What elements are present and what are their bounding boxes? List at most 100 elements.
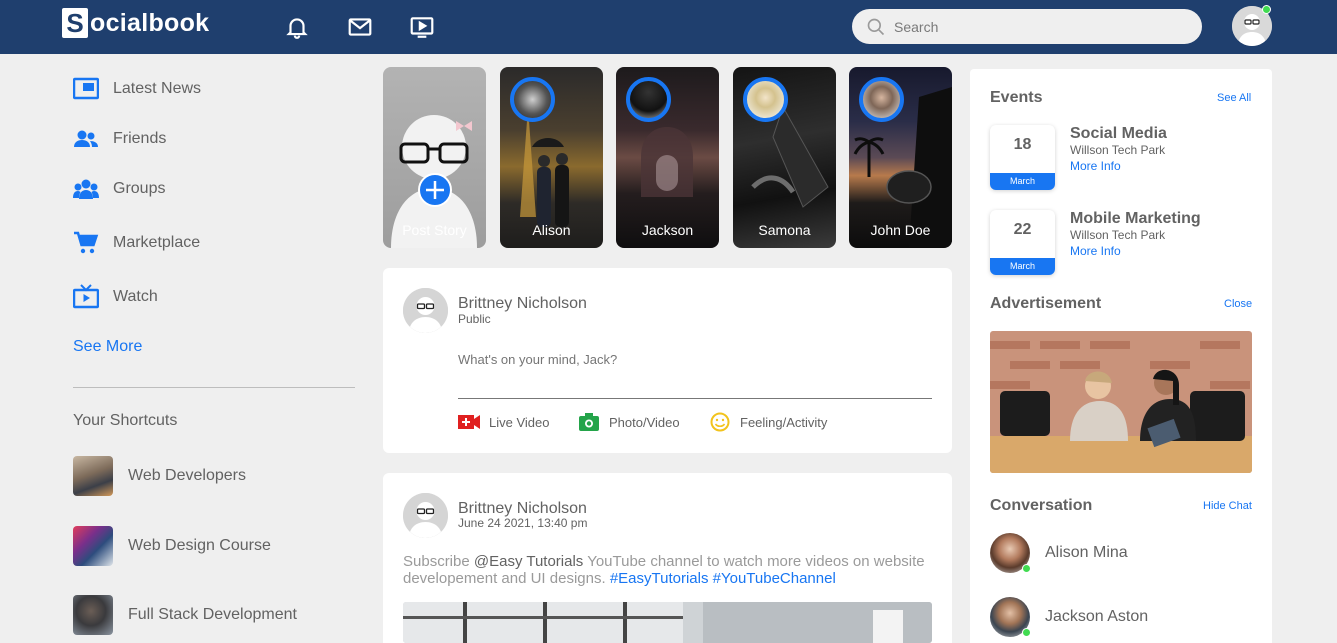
author-avatar[interactable] <box>403 288 448 333</box>
story-avatar <box>859 77 904 122</box>
shortcut-web-developers[interactable]: Web Developers <box>73 456 246 496</box>
live-video-icon <box>458 415 480 429</box>
story-avatar <box>626 77 671 122</box>
tv-icon <box>73 284 99 309</box>
sidebar-item-friends[interactable]: Friends <box>73 126 166 152</box>
ad-image-graphic <box>990 331 1252 473</box>
events-title: Events <box>990 89 1043 106</box>
story-post[interactable]: Post Story <box>383 67 486 248</box>
sidebar-item-watch[interactable]: Watch <box>73 284 158 310</box>
story-john-doe[interactable]: John Doe <box>849 67 952 248</box>
post-text: Subscribe @Easy Tutorials YouTube channe… <box>403 553 943 587</box>
event-day: 18 <box>1013 136 1032 153</box>
story-avatar <box>743 77 788 122</box>
contact-alison-mina[interactable]: Alison Mina <box>990 533 1128 573</box>
advertisement-image[interactable] <box>990 331 1252 473</box>
shortcut-web-design-course[interactable]: Web Design Course <box>73 526 271 566</box>
contact-name: Alison Mina <box>1045 544 1128 561</box>
event-day: 22 <box>1013 221 1032 238</box>
video-icon[interactable] <box>409 14 435 40</box>
live-video-button[interactable]: Live Video <box>458 412 549 432</box>
shortcut-thumbnail <box>73 595 113 635</box>
story-jackson[interactable]: Jackson <box>616 67 719 248</box>
photo-video-button[interactable]: Photo/Video <box>578 412 680 432</box>
friends-icon <box>74 130 98 147</box>
contact-jackson-aston[interactable]: Jackson Aston <box>990 597 1148 637</box>
hide-chat-link[interactable]: Hide Chat <box>1203 500 1252 512</box>
story-label: Alison <box>532 222 571 238</box>
sidebar-item-label: Groups <box>113 180 166 197</box>
sidebar-item-latest-news[interactable]: Latest News <box>73 76 201 102</box>
advertisement-title: Advertisement <box>990 295 1102 312</box>
groups-icon <box>73 179 99 199</box>
story-avatar <box>510 77 555 122</box>
avatar-placeholder-icon <box>391 115 477 248</box>
event-date: 22 March <box>990 210 1055 275</box>
online-status-dot <box>1262 5 1271 14</box>
shortcuts-title: Your Shortcuts <box>73 412 178 429</box>
action-label: Photo/Video <box>609 414 680 430</box>
shortcut-full-stack-development[interactable]: Full Stack Development <box>73 595 297 635</box>
add-story-icon[interactable] <box>418 173 452 207</box>
sidebar-item-label: Friends <box>113 130 167 147</box>
navbar: S ocialbook <box>0 0 1337 54</box>
avatar-placeholder-icon <box>403 493 448 538</box>
hashtag-links[interactable]: #EasyTutorials #YouTubeChannel <box>610 570 836 587</box>
post-image-graphic <box>403 602 932 643</box>
bell-icon[interactable] <box>284 14 310 40</box>
contact-name: Jackson Aston <box>1045 608 1149 625</box>
mention-link[interactable]: @Easy Tutorials <box>474 553 583 570</box>
story-samona[interactable]: Samona <box>733 67 836 248</box>
logo-mark: S <box>62 8 88 38</box>
more-info-link[interactable]: More Info <box>1070 244 1121 258</box>
action-label: Live Video <box>489 414 550 430</box>
sidebar-item-label: Marketplace <box>113 234 201 251</box>
story-alison[interactable]: Alison <box>500 67 603 248</box>
post-image[interactable] <box>403 602 932 643</box>
event-date: 18 March <box>990 125 1055 190</box>
close-ad-link[interactable]: Close <box>1224 298 1252 310</box>
author-name[interactable]: Brittney Nicholson <box>458 295 587 313</box>
search-input[interactable] <box>894 18 1194 35</box>
event-month: March <box>990 258 1055 275</box>
smiley-icon <box>710 412 730 432</box>
story-label: John Doe <box>870 222 931 238</box>
shortcut-thumbnail <box>73 456 113 496</box>
event-place: Willson Tech Park <box>1070 228 1166 242</box>
shortcut-label: Full Stack Development <box>128 606 297 623</box>
feeling-activity-button[interactable]: Feeling/Activity <box>709 412 827 432</box>
divider <box>73 387 355 388</box>
avatar-placeholder-icon <box>403 288 448 333</box>
online-status-dot <box>1022 564 1031 573</box>
logo-text: ocialbook <box>90 8 210 37</box>
story-label: Samona <box>758 222 811 238</box>
author-avatar[interactable] <box>403 493 448 538</box>
shortcut-label: Web Design Course <box>128 537 271 554</box>
sidebar-item-label: Latest News <box>113 80 202 97</box>
story-label: Jackson <box>641 222 694 238</box>
post-input[interactable] <box>458 352 932 367</box>
shortcut-label: Web Developers <box>128 467 246 484</box>
search-bar[interactable] <box>852 9 1202 44</box>
action-label: Feeling/Activity <box>740 414 828 430</box>
see-all-link[interactable]: See All <box>1217 92 1251 104</box>
event-title: Mobile Marketing <box>1070 210 1201 227</box>
sidebar-item-label: Watch <box>113 288 158 305</box>
sidebar-item-marketplace[interactable]: Marketplace <box>73 230 200 256</box>
cart-icon <box>74 231 99 254</box>
event-month: March <box>990 173 1055 190</box>
privacy-label[interactable]: Public <box>458 312 491 326</box>
mail-icon[interactable] <box>347 14 373 40</box>
logo[interactable]: S ocialbook <box>62 8 209 38</box>
more-info-link[interactable]: More Info <box>1070 159 1121 173</box>
shortcut-thumbnail <box>73 526 113 566</box>
event-title: Social Media <box>1070 125 1167 142</box>
camera-icon <box>579 413 599 431</box>
story-label: Post Story <box>402 222 467 238</box>
news-icon <box>73 77 99 100</box>
see-more-link[interactable]: See More <box>73 338 142 356</box>
post-text-part: Subscribe <box>403 553 474 570</box>
conversation-title: Conversation <box>990 497 1093 514</box>
online-status-dot <box>1022 628 1031 637</box>
sidebar-item-groups[interactable]: Groups <box>73 176 165 202</box>
